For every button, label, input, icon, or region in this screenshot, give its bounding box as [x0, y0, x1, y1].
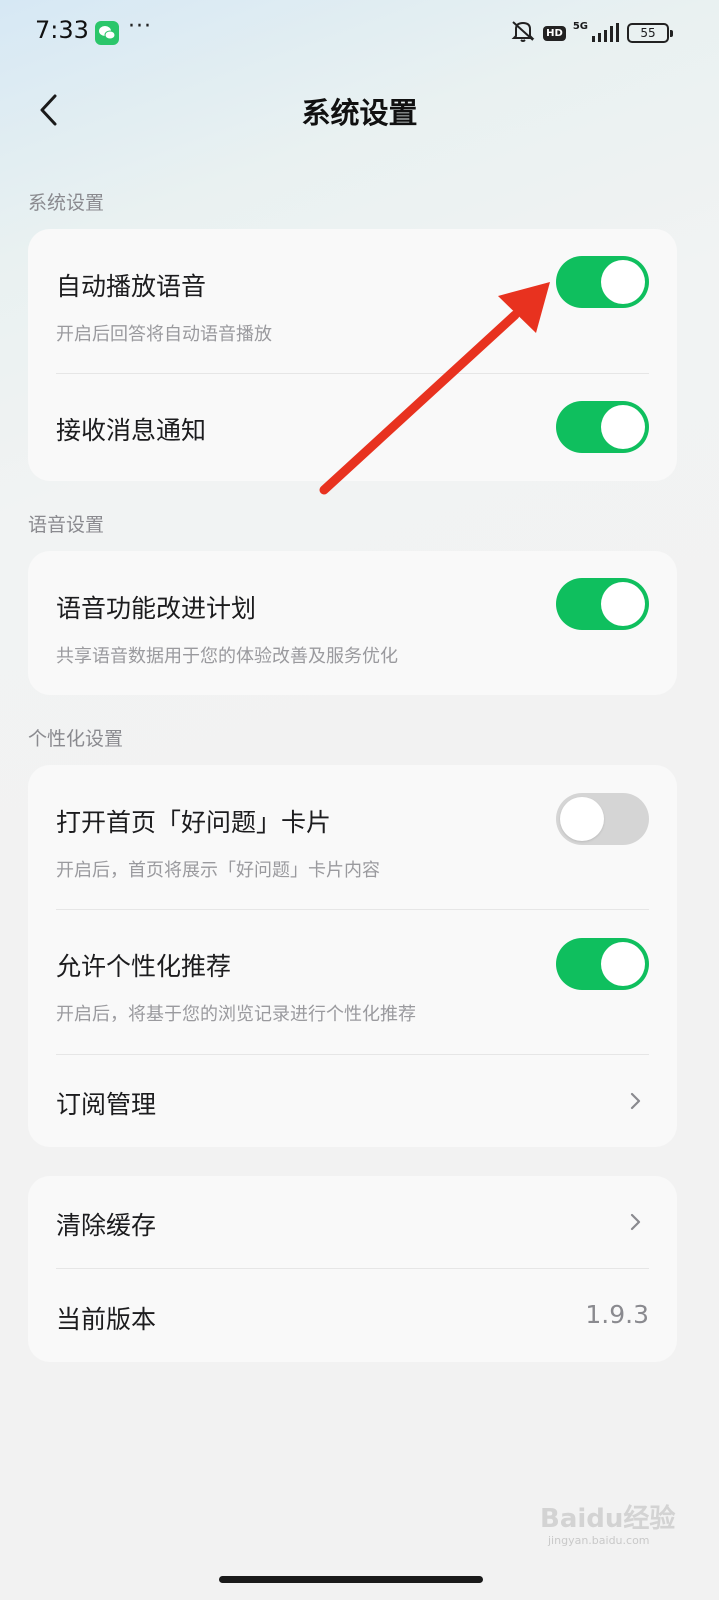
baidu-watermark: Baidu经验: [540, 1504, 676, 1534]
home-indicator[interactable]: [219, 1576, 483, 1583]
annotation-arrow: [319, 282, 550, 495]
baidu-watermark-url: jingyan.baidu.com: [548, 1534, 650, 1547]
